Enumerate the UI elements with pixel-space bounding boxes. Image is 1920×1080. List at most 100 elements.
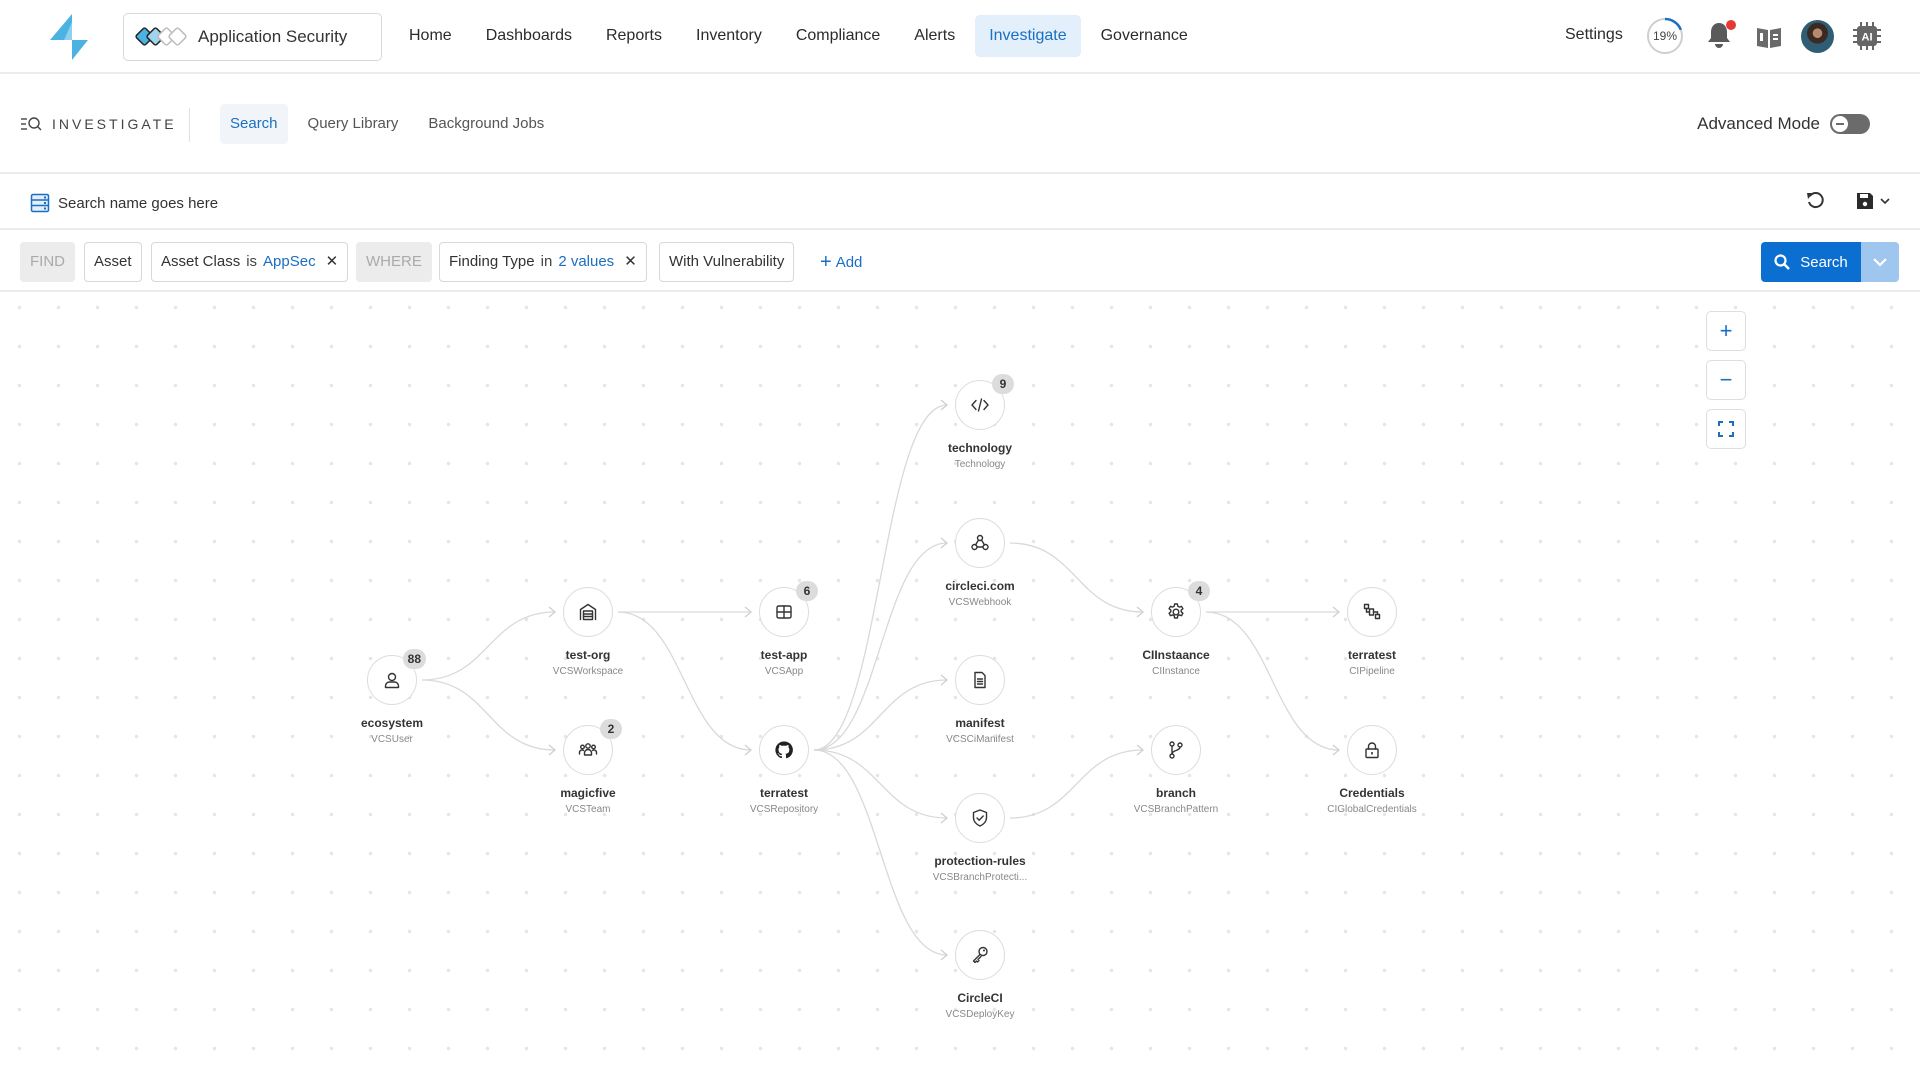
nav-item-reports[interactable]: Reports (592, 15, 676, 57)
fullscreen-icon (1718, 421, 1734, 437)
node-count-badge: 6 (796, 581, 818, 601)
docs-button[interactable] (1756, 24, 1782, 50)
node-circle (955, 518, 1005, 568)
search-button-group: Search (1761, 242, 1899, 282)
node-circle (1347, 587, 1397, 637)
graph-node-credentials[interactable]: Credentials CIGlobalCredentials (1302, 725, 1442, 815)
brand-logo[interactable] (50, 14, 90, 60)
node-circle: 6 (755, 581, 818, 638)
add-filter-button[interactable]: + Add (820, 242, 862, 282)
notifications-button[interactable] (1706, 20, 1736, 52)
divider (189, 108, 190, 142)
node-name: terratest (759, 786, 809, 800)
document-icon (974, 671, 986, 689)
graph-node-terratest-pipeline[interactable]: terratest CIPipeline (1302, 587, 1442, 677)
pipeline-icon (1363, 603, 1381, 620)
settings-link[interactable]: Settings (1565, 26, 1623, 44)
graph-canvas[interactable]: 88 ecosystem VCSUser test-org VCSWorkspace 2 m… (0, 292, 1920, 1080)
svg-text:AI: AI (1862, 32, 1873, 44)
tab-query-library[interactable]: Query Library (298, 104, 409, 144)
node-circle: 4 (1147, 581, 1210, 638)
progress-indicator[interactable]: 19% (1646, 17, 1684, 55)
node-circle (955, 930, 1005, 980)
nav-item-investigate[interactable]: Investigate (975, 15, 1081, 57)
node-name: terratest (1347, 648, 1397, 662)
nav-item-alerts[interactable]: Alerts (900, 15, 969, 57)
advanced-mode: Advanced Mode (1697, 114, 1870, 134)
graph-node-ciinstance[interactable]: 4 CIInstaance CIInstance (1106, 581, 1246, 677)
graph-node-test-org[interactable]: test-org VCSWorkspace (518, 587, 658, 677)
search-icon (1774, 254, 1791, 270)
app-switcher[interactable]: Application Security (123, 13, 382, 61)
node-name: Credentials (1339, 786, 1405, 800)
user-avatar[interactable] (1801, 20, 1834, 53)
find-keyword: FIND (20, 242, 75, 282)
investigate-search-icon (21, 117, 42, 131)
node-count-badge: 4 (1188, 581, 1210, 601)
asset-chip[interactable]: Asset (84, 242, 142, 282)
undo-icon (1807, 192, 1824, 209)
graph-node-magicfive[interactable]: 2 magicfive VCSTeam (518, 719, 658, 815)
graph-node-manifest[interactable]: manifest VCSCiManifest (910, 655, 1050, 745)
graph-node-test-app[interactable]: 6 test-app VCSApp (714, 581, 854, 677)
node-circle (1347, 725, 1397, 775)
tab-search[interactable]: Search (220, 104, 288, 144)
node-circle (563, 587, 613, 637)
chevron-down-icon (1873, 258, 1887, 267)
nav-item-home[interactable]: Home (395, 15, 466, 57)
reset-button[interactable] (1805, 190, 1827, 212)
search-name-bar: Search name goes here (0, 176, 1920, 230)
app-grid-icon (776, 605, 792, 619)
nav-item-governance[interactable]: Governance (1087, 15, 1202, 57)
nav-item-dashboards[interactable]: Dashboards (472, 15, 586, 57)
ai-assistant-button[interactable]: AI (1852, 21, 1882, 51)
asset-class-filter-chip[interactable]: Asset Class is AppSec ✕ (151, 242, 349, 282)
node-circle (955, 655, 1005, 705)
branch-icon (1169, 741, 1183, 759)
search-options-dropdown[interactable] (1861, 242, 1899, 282)
graph-node-protection-rules[interactable]: protection-rules VCSBranchProtecti... (910, 793, 1050, 883)
with-vulnerability-chip[interactable]: With Vulnerability (659, 242, 795, 282)
node-name: technology (947, 441, 1012, 455)
search-name-text: Search name goes here (58, 194, 219, 212)
lock-icon (1365, 742, 1379, 759)
node-name: CircleCI (957, 991, 1003, 1005)
graph-node-circleci-com[interactable]: circleci.com VCSWebhook (910, 518, 1050, 608)
remove-filter-icon[interactable]: ✕ (326, 253, 339, 270)
gear-icon (1168, 603, 1184, 619)
graph-node-circleci-key[interactable]: CircleCI VCSDeployKey (910, 930, 1050, 1020)
minus-icon: − (1719, 367, 1733, 392)
graph-node-terratest-repo[interactable]: terratest VCSRepository (714, 725, 854, 815)
node-circle (759, 725, 809, 775)
node-type: Technology (954, 459, 1006, 470)
save-icon (1857, 193, 1873, 209)
search-name[interactable]: Search name goes here (30, 193, 218, 213)
finding-type-filter-chip[interactable]: Finding Type in 2 values ✕ (439, 242, 647, 282)
tab-background-jobs[interactable]: Background Jobs (418, 104, 554, 144)
node-name: ecosystem (360, 716, 424, 730)
nav-item-inventory[interactable]: Inventory (682, 15, 776, 57)
zoom-in-button[interactable]: + (1706, 311, 1746, 351)
nav-item-compliance[interactable]: Compliance (782, 15, 894, 57)
plus-icon: + (820, 251, 832, 273)
search-button[interactable]: Search (1761, 242, 1861, 282)
filter-operator: in (540, 253, 553, 270)
node-circle: 2 (559, 719, 622, 776)
shield-check-icon (972, 809, 988, 827)
node-type: VCSWebhook (948, 597, 1012, 608)
zoom-out-button[interactable]: − (1706, 360, 1746, 400)
fit-to-screen-button[interactable] (1706, 409, 1746, 449)
graph-node-ecosystem[interactable]: 88 ecosystem VCSUser (322, 649, 462, 745)
graph-node-branch[interactable]: branch VCSBranchPattern (1106, 725, 1246, 815)
search-button-label: Search (1800, 253, 1848, 271)
save-menu-button[interactable] (1855, 190, 1895, 212)
section-title: INVESTIGATE (20, 116, 177, 132)
node-circle (1151, 725, 1201, 775)
node-name: CIInstaance (1142, 648, 1210, 662)
remove-filter-icon[interactable]: ✕ (624, 253, 637, 270)
graph-node-technology[interactable]: 9 technology Technology (910, 374, 1050, 470)
advanced-mode-toggle[interactable] (1830, 114, 1870, 134)
code-icon (971, 398, 989, 412)
node-type: VCSUser (371, 734, 413, 745)
filter-field: Finding Type (449, 253, 535, 270)
